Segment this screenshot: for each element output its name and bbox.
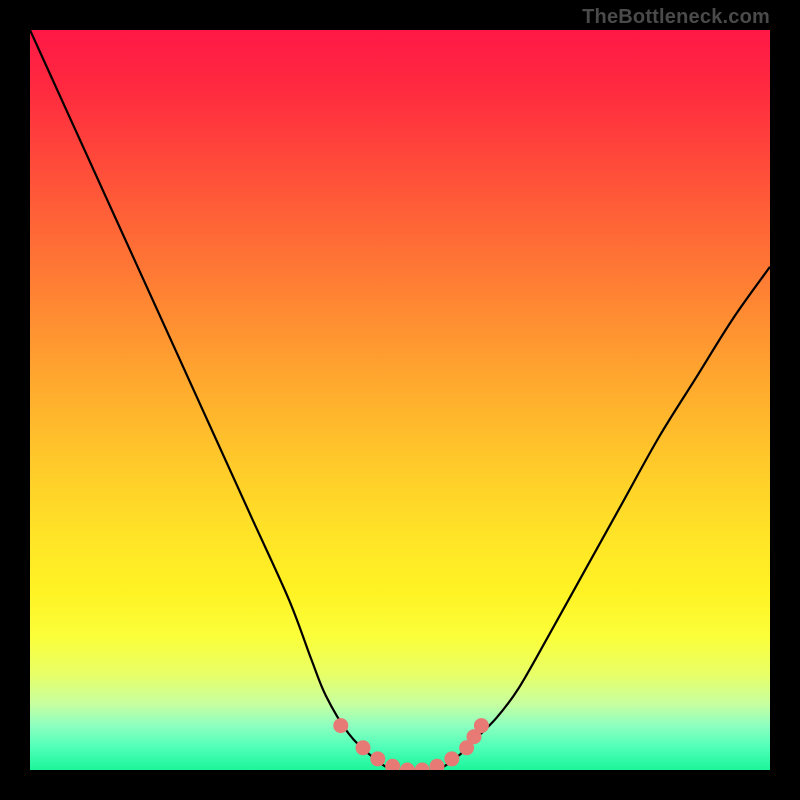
curve-svg [30, 30, 770, 770]
trough-marker [444, 751, 459, 766]
bottleneck-curve [30, 30, 770, 770]
trough-marker [415, 763, 430, 771]
trough-markers [333, 718, 489, 770]
trough-marker [430, 759, 445, 770]
trough-marker [333, 718, 348, 733]
trough-marker [474, 718, 489, 733]
trough-marker [356, 740, 371, 755]
plot-area [30, 30, 770, 770]
trough-marker [370, 751, 385, 766]
chart-frame: TheBottleneck.com [0, 0, 800, 800]
trough-marker [400, 763, 415, 771]
watermark-text: TheBottleneck.com [582, 6, 770, 29]
trough-marker [385, 759, 400, 770]
